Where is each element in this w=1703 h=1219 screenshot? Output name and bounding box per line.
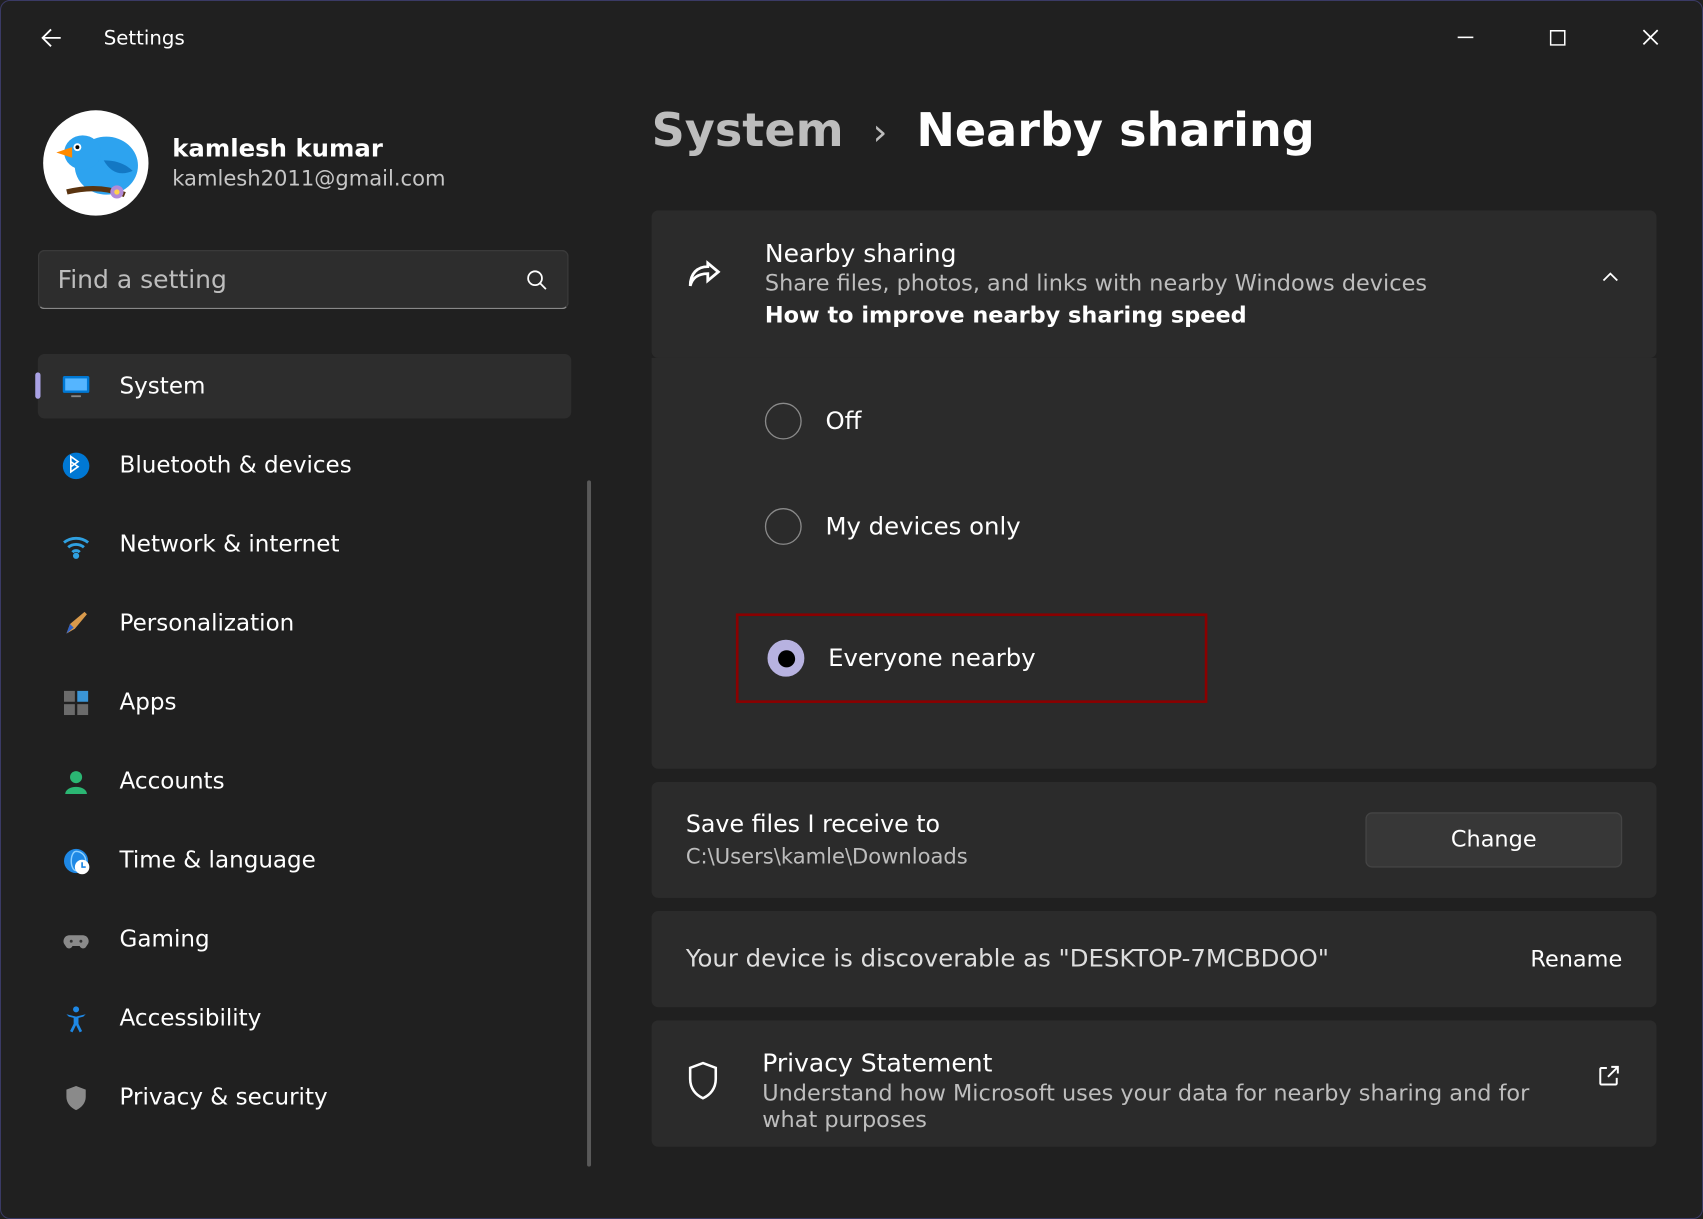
save-path: C:\Users\kamle\Downloads bbox=[686, 844, 968, 869]
privacy-title: Privacy Statement bbox=[762, 1049, 1559, 1078]
sidebar-item-system[interactable]: System bbox=[38, 354, 571, 419]
card-subtitle: Share files, photos, and links with near… bbox=[765, 271, 1559, 297]
accessibility-icon bbox=[62, 1004, 91, 1033]
search-box[interactable] bbox=[38, 250, 569, 309]
user-name: kamlesh kumar bbox=[172, 135, 445, 163]
privacy-desc: Understand how Microsoft uses your data … bbox=[762, 1081, 1559, 1134]
share-icon bbox=[683, 258, 725, 300]
sidebar-item-network[interactable]: Network & internet bbox=[38, 512, 571, 577]
sidebar-scrollbar[interactable] bbox=[587, 480, 591, 1166]
sidebar-item-apps[interactable]: Apps bbox=[38, 670, 571, 735]
close-icon bbox=[1641, 29, 1658, 46]
maximize-icon bbox=[1550, 29, 1566, 45]
card-title: Nearby sharing bbox=[765, 239, 1559, 268]
breadcrumb-current: Nearby sharing bbox=[916, 105, 1314, 158]
sidebar-item-label: System bbox=[120, 373, 206, 399]
gamepad-icon bbox=[62, 925, 91, 954]
nearby-sharing-card[interactable]: Nearby sharing Share files, photos, and … bbox=[652, 210, 1657, 358]
titlebar: Settings bbox=[1, 1, 1703, 73]
system-icon bbox=[62, 372, 91, 401]
discoverable-text: Your device is discoverable as "DESKTOP-… bbox=[686, 945, 1329, 973]
save-title: Save files I receive to bbox=[686, 811, 968, 839]
radio-indicator bbox=[765, 403, 802, 440]
privacy-shield-icon bbox=[683, 1060, 723, 1105]
search-input[interactable] bbox=[58, 265, 526, 294]
sidebar-item-label: Privacy & security bbox=[120, 1084, 328, 1110]
radio-label: Everyone nearby bbox=[828, 644, 1036, 672]
wifi-icon bbox=[62, 530, 91, 559]
chevron-right-icon: › bbox=[873, 110, 888, 153]
sidebar-item-gaming[interactable]: Gaming bbox=[38, 907, 571, 972]
save-location-card: Save files I receive to C:\Users\kamle\D… bbox=[652, 782, 1657, 898]
sidebar-item-label: Apps bbox=[120, 689, 177, 715]
user-profile[interactable]: kamlesh kumar kamlesh2011@gmail.com bbox=[43, 110, 562, 215]
sidebar: kamlesh kumar kamlesh2011@gmail.com Syst… bbox=[1, 73, 580, 1219]
maximize-button[interactable] bbox=[1527, 16, 1588, 58]
sidebar-item-label: Bluetooth & devices bbox=[120, 452, 352, 478]
app-title: Settings bbox=[104, 25, 1435, 49]
radio-label: Off bbox=[825, 407, 861, 435]
sidebar-item-label: Accessibility bbox=[120, 1005, 262, 1031]
sidebar-item-accessibility[interactable]: Accessibility bbox=[38, 986, 571, 1051]
chevron-up-icon bbox=[1599, 266, 1623, 290]
sidebar-item-label: Accounts bbox=[120, 768, 225, 794]
search-icon bbox=[525, 268, 549, 292]
sidebar-item-accounts[interactable]: Accounts bbox=[38, 749, 571, 814]
rename-link[interactable]: Rename bbox=[1530, 946, 1622, 972]
avatar bbox=[43, 110, 148, 215]
radio-everyone-nearby[interactable]: Everyone nearby bbox=[736, 613, 1207, 703]
change-button[interactable]: Change bbox=[1365, 812, 1622, 867]
shield-icon bbox=[62, 1083, 91, 1112]
external-link-icon bbox=[1596, 1063, 1622, 1089]
sidebar-item-label: Time & language bbox=[120, 847, 316, 873]
discoverable-card: Your device is discoverable as "DESKTOP-… bbox=[652, 911, 1657, 1007]
nearby-sharing-options: Off My devices only Everyone nearby bbox=[652, 358, 1657, 769]
close-button[interactable] bbox=[1620, 16, 1681, 58]
paintbrush-icon bbox=[62, 609, 91, 638]
back-button[interactable] bbox=[25, 11, 78, 64]
sidebar-item-bluetooth[interactable]: Bluetooth & devices bbox=[38, 433, 571, 498]
minimize-icon bbox=[1458, 29, 1474, 45]
bluetooth-icon bbox=[62, 451, 91, 480]
sidebar-item-label: Gaming bbox=[120, 926, 210, 952]
radio-off[interactable]: Off bbox=[765, 403, 1622, 440]
sidebar-item-time[interactable]: Time & language bbox=[38, 828, 571, 893]
sidebar-item-label: Personalization bbox=[120, 610, 295, 636]
apps-icon bbox=[62, 688, 91, 717]
user-email: kamlesh2011@gmail.com bbox=[172, 166, 445, 191]
avatar-bird-icon bbox=[43, 113, 148, 216]
clock-globe-icon bbox=[62, 846, 91, 875]
sidebar-item-label: Network & internet bbox=[120, 531, 340, 557]
radio-label: My devices only bbox=[825, 513, 1020, 541]
content-area: System › Nearby sharing Nearby sharing S… bbox=[580, 73, 1703, 1219]
card-link[interactable]: How to improve nearby sharing speed bbox=[765, 303, 1559, 329]
radio-indicator bbox=[765, 508, 802, 545]
breadcrumb-root[interactable]: System bbox=[652, 105, 844, 158]
radio-indicator bbox=[767, 640, 804, 677]
privacy-statement-card[interactable]: Privacy Statement Understand how Microso… bbox=[652, 1020, 1657, 1146]
back-arrow-icon bbox=[37, 23, 66, 52]
person-icon bbox=[62, 767, 91, 796]
minimize-button[interactable] bbox=[1435, 16, 1496, 58]
sidebar-item-personalization[interactable]: Personalization bbox=[38, 591, 571, 656]
breadcrumb: System › Nearby sharing bbox=[652, 105, 1657, 158]
sidebar-item-privacy[interactable]: Privacy & security bbox=[38, 1065, 571, 1130]
radio-my-devices[interactable]: My devices only bbox=[765, 508, 1622, 545]
